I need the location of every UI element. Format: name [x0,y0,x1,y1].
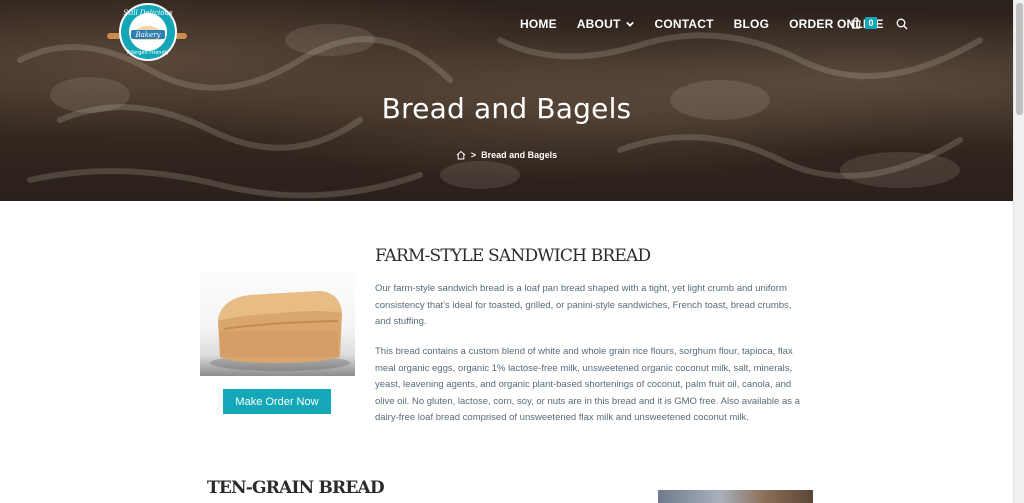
search-button[interactable] [896,17,908,35]
nav-contact[interactable]: CONTACT [654,16,713,32]
make-order-button[interactable]: Make Order Now [223,389,331,414]
nav-home-label: HOME [520,17,557,31]
breadcrumb-current: Bread and Bagels [481,150,558,160]
bakery-logo[interactable]: Bakery Still Delicious Allergen Friendly [107,2,187,62]
product-image-ten-grain-bread [658,490,813,503]
breadcrumb-separator: > [470,150,477,160]
main-nav: HOME ABOUT CONTACT BLOG ORDER ONLINE [520,16,904,32]
product-ingredients: This bread contains a custom blend of wh… [375,346,800,423]
chevron-down-icon [626,21,635,27]
search-icon [896,18,908,30]
nav-contact-label: CONTACT [654,17,714,31]
nav-home[interactable]: HOME [520,16,557,32]
breadcrumb: > Bread and Bagels [0,150,1013,160]
cart-button[interactable]: 0 [850,17,877,29]
nav-about-label: ABOUT [576,17,621,31]
page-hero: Bakery Still Delicious Allergen Friendly… [0,0,1013,201]
nav-about[interactable]: ABOUT [577,16,635,32]
logo-name-text: Still Delicious [123,9,173,17]
product-title: TEN-GRAIN BREAD [207,478,385,498]
product-title: FARM-STYLE SANDWICH BREAD [375,246,651,266]
scrollbar-thumb[interactable] [1016,3,1023,115]
cart-count-badge: 0 [865,17,877,29]
nav-blog[interactable]: BLOG [734,16,769,32]
page-title: Bread and Bagels [381,92,632,125]
nav-blog-label: BLOG [733,17,770,31]
logo-tagline-text: Allergen Friendly [127,50,169,56]
shopping-bag-icon [851,17,861,29]
page-scrollbar[interactable] [1013,0,1024,503]
product-description: Our farm-style sandwich bread is a loaf … [375,283,792,327]
home-icon[interactable] [456,150,466,160]
product-image-sandwich-bread [200,271,355,376]
logo-bakery-text: Bakery [134,31,161,39]
